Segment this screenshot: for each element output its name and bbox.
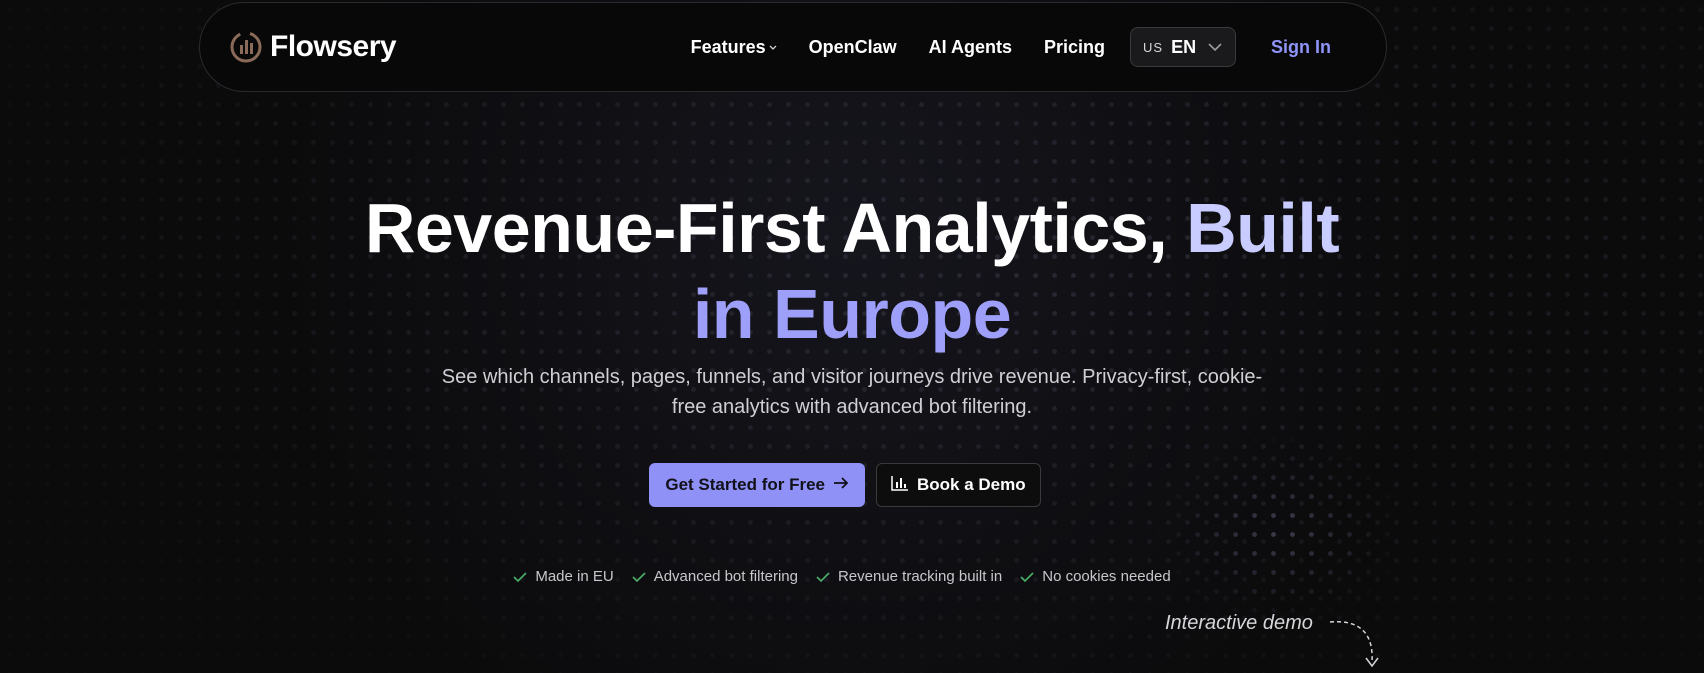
feature-item: Made in EU — [513, 568, 614, 585]
feature-item: Revenue tracking built in — [816, 568, 1002, 585]
feature-item: No cookies needed — [1020, 568, 1171, 585]
check-icon — [816, 571, 830, 583]
arrow-right-icon — [833, 475, 849, 495]
nav-item-openclaw[interactable]: OpenClaw — [809, 37, 897, 58]
hero-title-accent-2: in Europe — [692, 275, 1012, 353]
nav-item-pricing[interactable]: Pricing — [1044, 37, 1105, 58]
feature-item: Advanced bot filtering — [632, 568, 798, 585]
dashed-arrow-icon — [1328, 618, 1384, 673]
hero-subtitle-line-2: free analytics with advanced bot filteri… — [671, 396, 1033, 418]
hero-title-line-1: Revenue-First Analytics, Built — [0, 185, 1704, 271]
feature-label: Revenue tracking built in — [837, 568, 1003, 585]
hero-title: Revenue-First Analytics, Built in Europe — [0, 185, 1704, 357]
interactive-demo-label: Interactive demo — [1165, 612, 1313, 634]
book-demo-button[interactable]: Book a Demo — [876, 463, 1041, 507]
feature-label: No cookies needed — [1042, 568, 1171, 585]
nav-item-label: OpenClaw — [808, 36, 897, 57]
hero-subtitle-line-1: See which channels, pages, funnels, and … — [441, 366, 1263, 388]
hero-title-white: Revenue-First Analytics, — [364, 189, 1168, 267]
top-navigation-bar: Flowsery Features OpenClaw AI Agents Pri… — [199, 2, 1387, 92]
nav-links: Features OpenClaw AI Agents Pricing — [691, 37, 1105, 58]
nav-item-label: Pricing — [1043, 36, 1105, 57]
bar-chart-icon — [891, 475, 909, 496]
nav-item-ai-agents[interactable]: AI Agents — [929, 37, 1012, 58]
check-icon — [1020, 571, 1034, 583]
hero-subtitle: See which channels, pages, funnels, and … — [352, 362, 1352, 422]
language-code: EN — [1171, 36, 1197, 57]
brand-logo[interactable]: Flowsery — [228, 29, 397, 65]
hero-title-accent-1: Built — [1186, 189, 1340, 267]
nav-item-features[interactable]: Features — [691, 37, 777, 58]
check-icon — [513, 571, 527, 583]
book-demo-label: Book a Demo — [917, 475, 1026, 494]
dot-pattern-highlight — [1150, 430, 1410, 630]
get-started-button[interactable]: Get Started for Free — [649, 463, 865, 507]
nav-item-label: Features — [690, 36, 766, 57]
brand-name: Flowsery — [270, 30, 397, 63]
flag-icon: US — [1143, 39, 1164, 55]
landing-page: Flowsery Features OpenClaw AI Agents Pri… — [0, 0, 1704, 673]
get-started-label: Get Started for Free — [665, 475, 825, 494]
feature-label: Advanced bot filtering — [653, 568, 798, 585]
bar-chart-circle-icon — [228, 29, 264, 65]
cta-row: Get Started for Free Book a Demo — [0, 463, 1704, 507]
language-selector[interactable]: US EN — [1130, 27, 1236, 67]
check-icon — [632, 571, 646, 583]
sign-in-link[interactable]: Sign In — [1271, 37, 1331, 58]
feature-label: Made in EU — [535, 568, 614, 585]
chevron-down-icon — [1207, 42, 1223, 52]
nav-item-label: AI Agents — [928, 36, 1012, 57]
feature-list: Made in EU Advanced bot filtering Revenu… — [0, 568, 1694, 585]
chevron-down-icon — [769, 43, 777, 54]
